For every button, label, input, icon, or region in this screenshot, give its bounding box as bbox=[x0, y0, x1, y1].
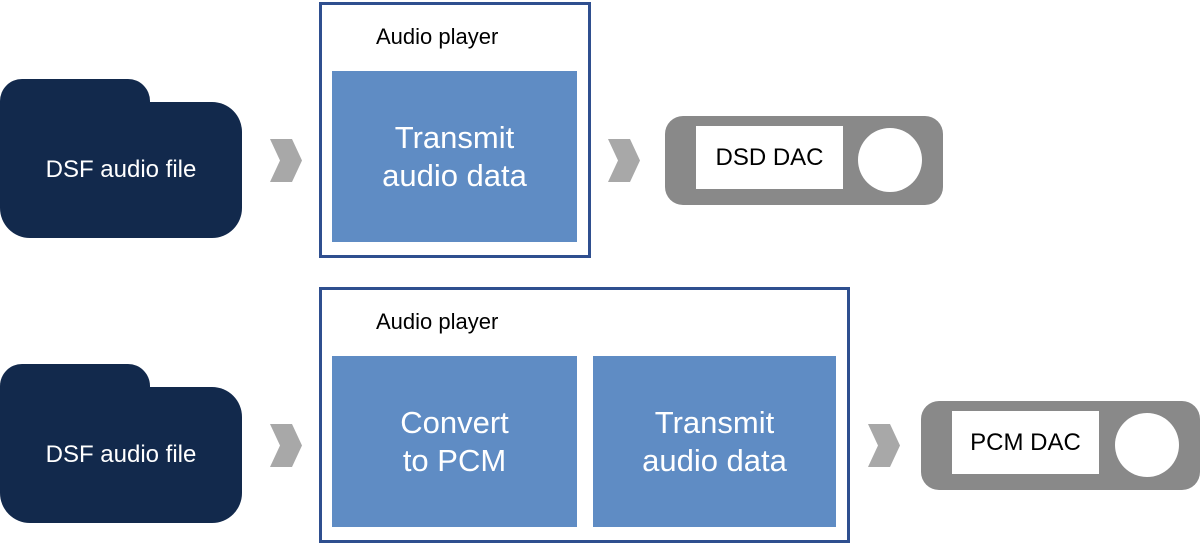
dac-label: PCM DAC bbox=[970, 428, 1081, 456]
file-label: DSF audio file bbox=[45, 156, 197, 183]
arrow-chevron-icon bbox=[608, 139, 640, 182]
audio-player-label: Audio player bbox=[376, 309, 499, 334]
arrow-chevron-icon bbox=[270, 424, 302, 467]
step-transmit: Transmit audio data bbox=[593, 356, 836, 527]
dac-knob bbox=[858, 128, 922, 192]
dac-knob bbox=[1115, 413, 1179, 477]
file-label: DSF audio file bbox=[45, 441, 197, 468]
step-transmit: Transmit audio data bbox=[332, 71, 577, 242]
dsf-file-folder: DSF audio file bbox=[0, 387, 242, 523]
step-convert: Convert to PCM bbox=[332, 356, 577, 527]
arrow-chevron-icon bbox=[270, 139, 302, 182]
dsf-file-folder: DSF audio file bbox=[0, 102, 242, 238]
dac-screen: PCM DAC bbox=[952, 411, 1099, 474]
audio-player-label: Audio player bbox=[376, 24, 499, 49]
arrow-chevron-icon bbox=[868, 424, 900, 467]
dac-label: DSD DAC bbox=[715, 143, 824, 171]
dac-screen: DSD DAC bbox=[696, 126, 843, 189]
